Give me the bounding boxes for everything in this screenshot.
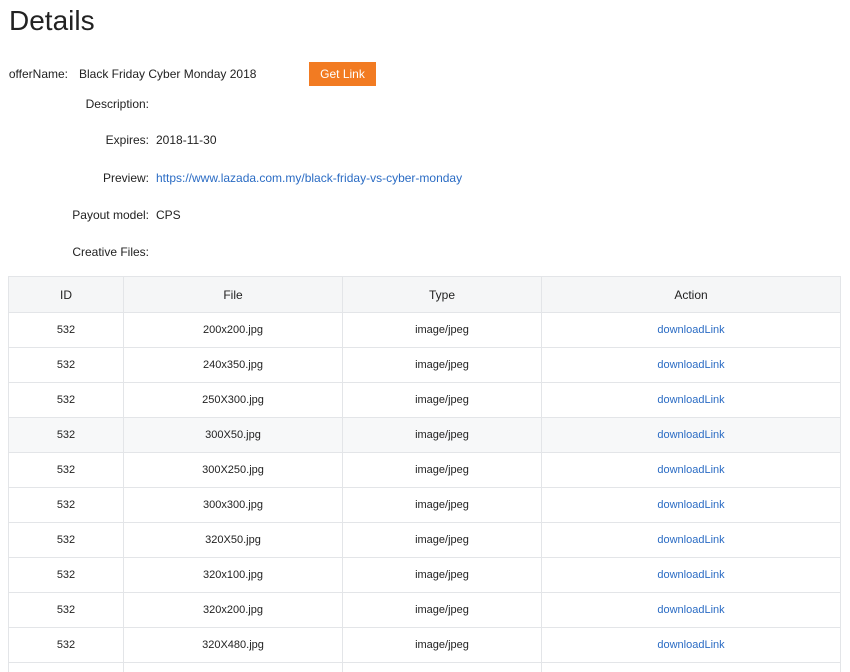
table-row: 532 320x200.jpg image/jpeg downloadLink bbox=[8, 592, 841, 628]
expires-value: 2018-11-30 bbox=[156, 133, 217, 147]
cell-file: 320X50.jpg bbox=[123, 522, 343, 558]
cell-file: 240x350.jpg bbox=[123, 347, 343, 383]
cell-type: image/jpeg bbox=[342, 452, 542, 488]
cell-action: downloadLink bbox=[541, 557, 841, 593]
download-link[interactable]: downloadLink bbox=[657, 394, 724, 406]
cell-action: downloadLink bbox=[541, 487, 841, 523]
cell-action: downloadLink bbox=[541, 592, 841, 628]
creative-files-label: Creative Files: bbox=[72, 245, 149, 259]
page-title: Details bbox=[9, 5, 95, 36]
payout-label: Payout model: bbox=[72, 208, 149, 222]
cell-id: 532 bbox=[8, 452, 124, 488]
table-row bbox=[8, 662, 841, 672]
creative-files-table: ID File Type Action 532 200x200.jpg imag… bbox=[8, 276, 841, 672]
cell-file bbox=[123, 662, 343, 672]
get-link-button[interactable]: Get Link bbox=[309, 62, 376, 86]
column-header-type: Type bbox=[342, 276, 542, 313]
payout-row: Payout model: bbox=[0, 206, 149, 224]
cell-type: image/jpeg bbox=[342, 557, 542, 593]
cell-type: image/jpeg bbox=[342, 627, 542, 663]
cell-file: 300x300.jpg bbox=[123, 487, 343, 523]
cell-type: image/jpeg bbox=[342, 347, 542, 383]
cell-file: 300X250.jpg bbox=[123, 452, 343, 488]
table-row: 532 300x300.jpg image/jpeg downloadLink bbox=[8, 487, 841, 523]
cell-id: 532 bbox=[8, 417, 124, 453]
cell-file: 320X480.jpg bbox=[123, 627, 343, 663]
cell-file: 250X300.jpg bbox=[123, 382, 343, 418]
cell-action: downloadLink bbox=[541, 347, 841, 383]
cell-id: 532 bbox=[8, 522, 124, 558]
cell-file: 320x100.jpg bbox=[123, 557, 343, 593]
cell-type: image/jpeg bbox=[342, 487, 542, 523]
cell-action: downloadLink bbox=[541, 312, 841, 348]
cell-id: 532 bbox=[8, 382, 124, 418]
cell-type: image/jpeg bbox=[342, 417, 542, 453]
expires-row: Expires: bbox=[0, 131, 149, 149]
download-link[interactable]: downloadLink bbox=[657, 429, 724, 441]
cell-id bbox=[8, 662, 124, 672]
cell-file: 320x200.jpg bbox=[123, 592, 343, 628]
cell-type: image/jpeg bbox=[342, 312, 542, 348]
cell-type bbox=[342, 662, 542, 672]
cell-file: 300X50.jpg bbox=[123, 417, 343, 453]
preview-label: Preview: bbox=[102, 171, 149, 185]
download-link[interactable]: downloadLink bbox=[657, 639, 724, 651]
table-row: 532 300X250.jpg image/jpeg downloadLink bbox=[8, 452, 841, 488]
cell-id: 532 bbox=[8, 312, 124, 348]
cell-action bbox=[541, 662, 841, 672]
table-row: 532 200x200.jpg image/jpeg downloadLink bbox=[8, 312, 841, 348]
download-link[interactable]: downloadLink bbox=[657, 569, 724, 581]
column-header-file: File bbox=[123, 276, 343, 313]
offer-name-row: offerName: bbox=[0, 65, 68, 83]
cell-file: 200x200.jpg bbox=[123, 312, 343, 348]
download-link[interactable]: downloadLink bbox=[657, 499, 724, 511]
creative-files-row: Creative Files: bbox=[0, 243, 149, 261]
cell-type: image/jpeg bbox=[342, 382, 542, 418]
details-page: Details offerName: Black Friday Cyber Mo… bbox=[0, 0, 850, 672]
cell-id: 532 bbox=[8, 557, 124, 593]
cell-id: 532 bbox=[8, 487, 124, 523]
download-link[interactable]: downloadLink bbox=[657, 604, 724, 616]
preview-row: Preview: bbox=[0, 169, 149, 187]
table-row: 532 320X480.jpg image/jpeg downloadLink bbox=[8, 627, 841, 663]
table-row: 532 240x350.jpg image/jpeg downloadLink bbox=[8, 347, 841, 383]
preview-link[interactable]: https://www.lazada.com.my/black-friday-v… bbox=[156, 169, 462, 187]
download-link[interactable]: downloadLink bbox=[657, 359, 724, 371]
cell-id: 532 bbox=[8, 627, 124, 663]
table-row: 532 320x100.jpg image/jpeg downloadLink bbox=[8, 557, 841, 593]
cell-type: image/jpeg bbox=[342, 592, 542, 628]
table-row: 532 300X50.jpg image/jpeg downloadLink bbox=[8, 417, 841, 453]
cell-action: downloadLink bbox=[541, 522, 841, 558]
expires-label: Expires: bbox=[105, 133, 149, 147]
cell-id: 532 bbox=[8, 592, 124, 628]
table-row: 532 320X50.jpg image/jpeg downloadLink bbox=[8, 522, 841, 558]
description-row: Description: bbox=[0, 95, 149, 113]
payout-value: CPS bbox=[156, 208, 181, 222]
download-link[interactable]: downloadLink bbox=[657, 534, 724, 546]
column-header-action: Action bbox=[541, 276, 841, 313]
table-row: 532 250X300.jpg image/jpeg downloadLink bbox=[8, 382, 841, 418]
cell-type: image/jpeg bbox=[342, 522, 542, 558]
cell-action: downloadLink bbox=[541, 382, 841, 418]
download-link[interactable]: downloadLink bbox=[657, 464, 724, 476]
table-header-row: ID File Type Action bbox=[8, 276, 841, 313]
cell-id: 532 bbox=[8, 347, 124, 383]
column-header-id: ID bbox=[8, 276, 124, 313]
cell-action: downloadLink bbox=[541, 452, 841, 488]
offer-name-value: Black Friday Cyber Monday 2018 bbox=[79, 67, 257, 81]
offer-name-label: offerName: bbox=[8, 67, 68, 81]
download-link[interactable]: downloadLink bbox=[657, 324, 724, 336]
cell-action: downloadLink bbox=[541, 627, 841, 663]
cell-action: downloadLink bbox=[541, 417, 841, 453]
description-label: Description: bbox=[85, 97, 149, 111]
